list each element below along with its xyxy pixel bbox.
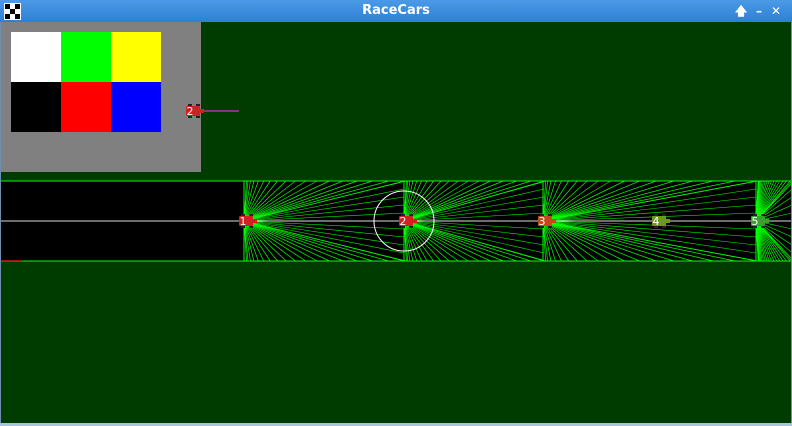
close-icon: ✕ (770, 4, 782, 18)
race-canvas[interactable]: 2 1 2 3 4 5 (0, 22, 792, 423)
color-palette (0, 22, 201, 172)
window-title: RaceCars (362, 3, 430, 18)
car-number-label: 5 (752, 215, 759, 228)
car-number-label: 3 (539, 215, 546, 228)
maximize-icon: 🡅 (734, 4, 748, 18)
palette-swatch[interactable] (111, 32, 161, 82)
race-track (0, 180, 792, 262)
car-number-label: 1 (240, 215, 247, 228)
car-number-label: 4 (653, 215, 660, 228)
palette-swatch[interactable] (111, 82, 161, 132)
palette-swatch[interactable] (11, 32, 61, 82)
close-button[interactable]: ✕ (768, 2, 784, 20)
minimize-button[interactable]: – (751, 2, 767, 20)
window-border-left (0, 22, 1, 426)
app-window: RaceCars 🡅 – ✕ 2 1 2 3 4 5 (0, 0, 792, 426)
palette-swatch[interactable] (61, 82, 111, 132)
palette-swatch[interactable] (11, 82, 61, 132)
maximize-button[interactable]: 🡅 (733, 2, 749, 20)
preview-car[interactable]: 2 (186, 104, 239, 118)
title-bar[interactable]: RaceCars 🡅 – ✕ (0, 0, 792, 22)
preview-car-body[interactable]: 2 (186, 104, 204, 118)
race-scene[interactable]: 2 1 2 3 4 5 (0, 22, 792, 423)
car-number-label: 2 (400, 215, 407, 228)
car-number-label: 2 (187, 105, 194, 118)
palette-swatch[interactable] (61, 32, 111, 82)
minimize-icon: – (756, 4, 762, 18)
